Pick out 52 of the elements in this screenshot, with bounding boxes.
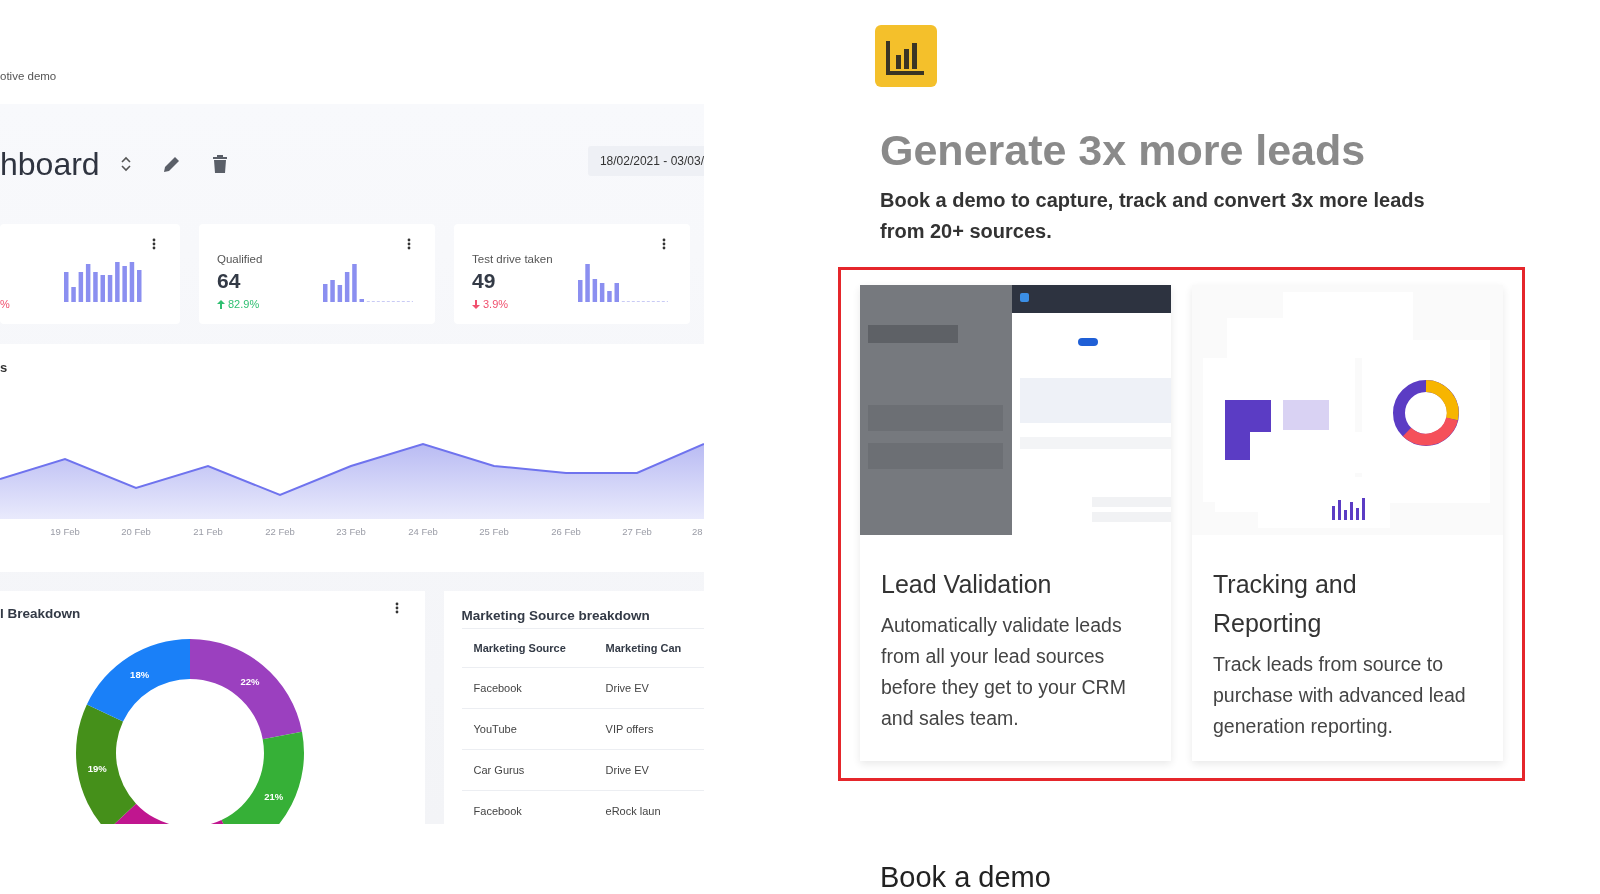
pencil-icon[interactable] (161, 154, 182, 174)
subheading: Book a demo to capture, track and convert 3x more leads from 20+ sources. (880, 188, 1426, 244)
stat-title: Test drive taken (472, 253, 553, 265)
trash-icon[interactable] (211, 154, 228, 174)
card-title: Marketing Source breakdown (461, 608, 651, 625)
axis-label: 28 (692, 526, 703, 537)
axis-label: 20 Feb (121, 526, 151, 537)
data-label: 19% (87, 762, 107, 774)
sort-icon[interactable] (119, 155, 132, 173)
stat-title: Qualified (217, 253, 263, 265)
axis-label: 25 Feb (479, 526, 509, 537)
more-icon[interactable] (394, 602, 399, 614)
data-label: 18% (130, 668, 150, 680)
table-cell-text: VIP offers (605, 723, 655, 735)
table-cell-text: Facebook (473, 805, 523, 817)
change-text: % (0, 298, 10, 310)
axis-label: 21 Feb (193, 526, 223, 537)
feature-description: Track leads from source to purchase with advanced lead generation reporting. (1213, 652, 1467, 739)
table-cell-text: Facebook (473, 682, 523, 694)
table-cell-text: Car Gurus (473, 764, 526, 776)
data-label: 22% (240, 675, 260, 687)
feature-title: Tracking and Reporting (1213, 569, 1358, 639)
bar-chart-logo-icon (875, 25, 937, 87)
more-icon[interactable] (407, 238, 411, 250)
chart-title: s (0, 360, 8, 375)
change-text: 82.9% (228, 298, 260, 310)
table-cell-text: YouTube (473, 723, 518, 735)
stat-value: 64 (217, 269, 242, 293)
axis-label: 19 Feb (50, 526, 80, 537)
table-cell-text: eRock laun (605, 805, 662, 817)
dashboard-title: hboard (0, 145, 100, 183)
table-cell-text: Drive EV (605, 682, 650, 694)
stat-value: 49 (472, 269, 497, 293)
card-title: l Breakdown (0, 606, 81, 621)
column-header: Marketing Source (473, 642, 567, 654)
axis-label: 23 Feb (336, 526, 366, 537)
axis-label: 22 Feb (265, 526, 295, 537)
more-icon[interactable] (152, 238, 156, 250)
table-cell-text: Drive EV (605, 764, 650, 776)
more-icon[interactable] (662, 238, 666, 250)
data-label: 21% (264, 790, 284, 802)
date-range-field[interactable]: 18/02/2021 - 03/03/ (587, 146, 704, 176)
breadcrumb-text: otive demo (0, 70, 57, 82)
axis-label: 26 Feb (551, 526, 581, 537)
axis-label: 24 Feb (408, 526, 438, 537)
section-heading: Book a demo (880, 861, 1051, 893)
headline: Generate 3x more leads (880, 126, 1366, 175)
axis-label: 27 Feb (622, 526, 652, 537)
feature-description: Automatically validate leads from all your lead sources before they get to your CRM and sales team. (881, 613, 1127, 731)
column-header: Marketing Can (605, 642, 683, 654)
feature-title: Lead Validation (881, 569, 1053, 600)
change-text: 3.9% (483, 298, 509, 310)
